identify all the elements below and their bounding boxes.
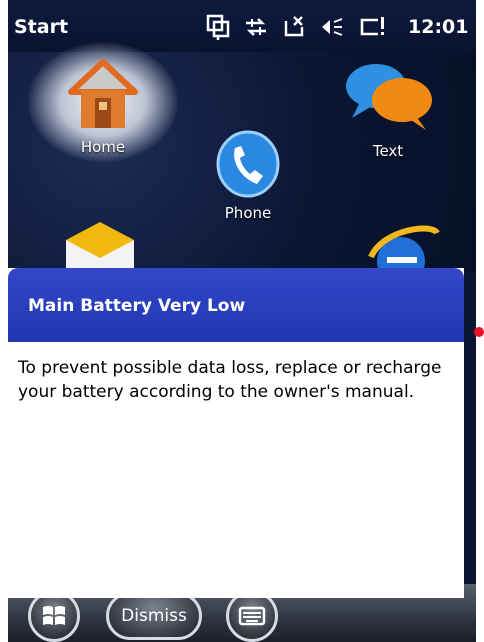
dialog-header: Main Battery Very Low xyxy=(8,268,464,342)
home-screen-grid: Home Text Phone xyxy=(8,42,476,285)
mail-icon xyxy=(66,222,134,272)
text-tile[interactable]: Text xyxy=(328,56,448,160)
windows-logo-icon xyxy=(43,606,65,625)
volume-icon[interactable] xyxy=(320,15,344,39)
battery-warning-dialog: Main Battery Very Low To prevent possibl… xyxy=(8,268,464,598)
clock[interactable]: 12:01 xyxy=(408,16,468,38)
network-sync-icon[interactable] xyxy=(244,15,268,39)
dismiss-button[interactable]: Dismiss xyxy=(106,592,202,640)
messaging-icon[interactable] xyxy=(206,14,230,40)
tile-label: Text xyxy=(372,142,404,160)
status-title[interactable]: Start xyxy=(14,16,68,38)
tile-label: Phone xyxy=(224,204,272,222)
marker-dot xyxy=(474,327,484,337)
dialog-message: To prevent possible data loss, replace o… xyxy=(18,358,442,402)
chat-bubbles-icon xyxy=(346,64,432,130)
phone-icon xyxy=(216,130,280,198)
tile-label: Home xyxy=(80,138,126,156)
dialog-title: Main Battery Very Low xyxy=(28,296,246,316)
home-tile[interactable]: Home xyxy=(28,42,178,162)
keyboard-icon xyxy=(238,606,266,626)
phone-tile[interactable]: Phone xyxy=(198,128,298,222)
battery-critical-icon[interactable] xyxy=(358,15,386,39)
house-icon xyxy=(68,59,138,128)
no-phone-signal-icon[interactable] xyxy=(282,15,306,39)
status-icons xyxy=(206,12,386,42)
mail-tile[interactable] xyxy=(60,220,140,274)
